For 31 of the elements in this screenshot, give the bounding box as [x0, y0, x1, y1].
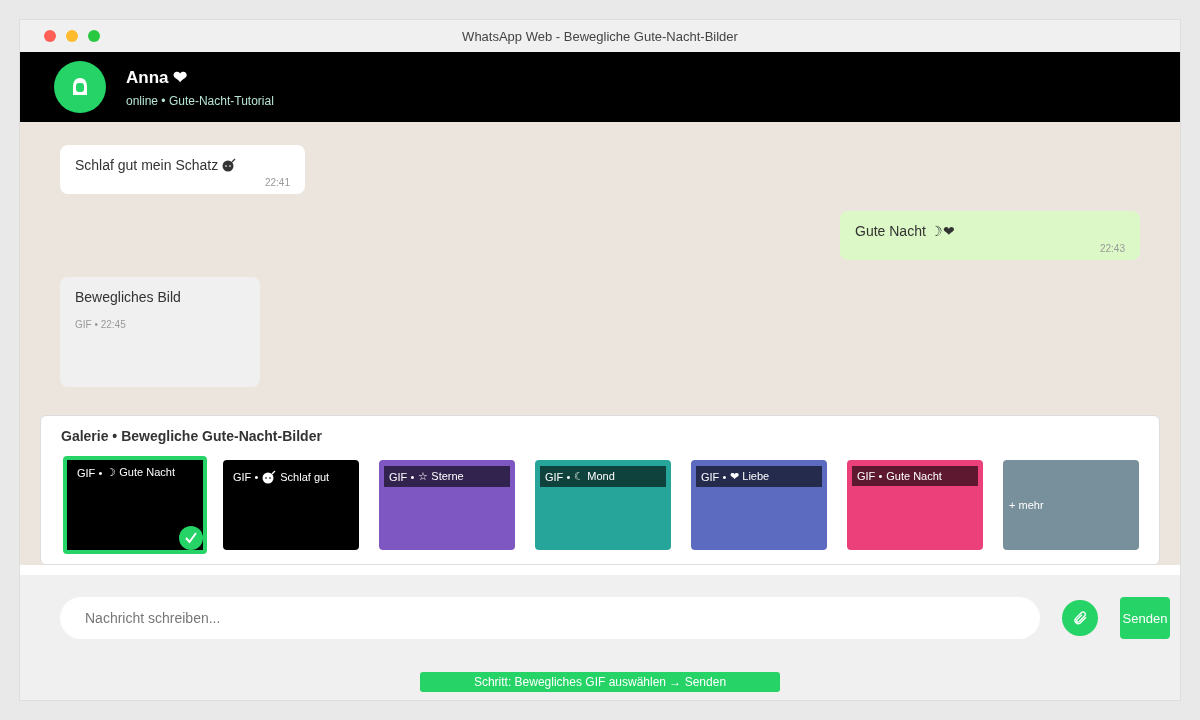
close-dot[interactable] [44, 30, 56, 42]
zoom-dot[interactable] [88, 30, 100, 42]
gif-label: GIF • ❤ Liebe [696, 466, 822, 487]
message-time: 22:41 [263, 177, 290, 188]
message-text: Gute Nacht ☽❤ [855, 223, 955, 239]
sleeping-face-icon [262, 470, 277, 484]
gif-tile[interactable]: GIF • Gute Nacht [847, 460, 983, 550]
gif-tile[interactable]: GIF • Schlaf gut [223, 460, 359, 550]
attach-button[interactable] [1062, 600, 1098, 636]
person-icon [71, 77, 89, 97]
contact-status: online • Gute-Nacht-Tutorial [126, 93, 274, 108]
gif-tile[interactable]: GIF • ☾ Mond [535, 460, 671, 550]
message-time: 22:43 [1098, 243, 1125, 254]
sleeping-face-icon [222, 158, 237, 172]
gif-tile[interactable]: GIF • ☆ Sterne [379, 460, 515, 550]
message-text: Schlaf gut mein Schatz [75, 157, 237, 173]
check-icon [179, 526, 203, 550]
minimize-dot[interactable] [66, 30, 78, 42]
step-hint: Schritt: Bewegliches GIF auswählen → Senden [420, 672, 780, 692]
message-input[interactable]: Nachricht schreiben... [60, 597, 1040, 639]
contact-name: Anna ❤ [126, 66, 189, 88]
gif-tile[interactable]: GIF • ❤ Liebe [691, 460, 827, 550]
gif-tile[interactable]: GIF • ☽ Gute Nacht [63, 456, 207, 554]
gallery-title: Galerie • Bewegliche Gute-Nacht-Bilder [61, 428, 323, 444]
window-title: WhatsApp Web - Bewegliche Gute-Nacht-Bilder [462, 28, 738, 44]
gif-label: GIF • Gute Nacht [852, 466, 978, 486]
message-text: Bewegliches Bild [75, 289, 181, 305]
gif-label: GIF • ☆ Sterne [384, 466, 510, 487]
paperclip-icon [1072, 610, 1088, 626]
gif-label: GIF • ☾ Mond [540, 466, 666, 487]
message-time: GIF • 22:45 [75, 319, 127, 330]
